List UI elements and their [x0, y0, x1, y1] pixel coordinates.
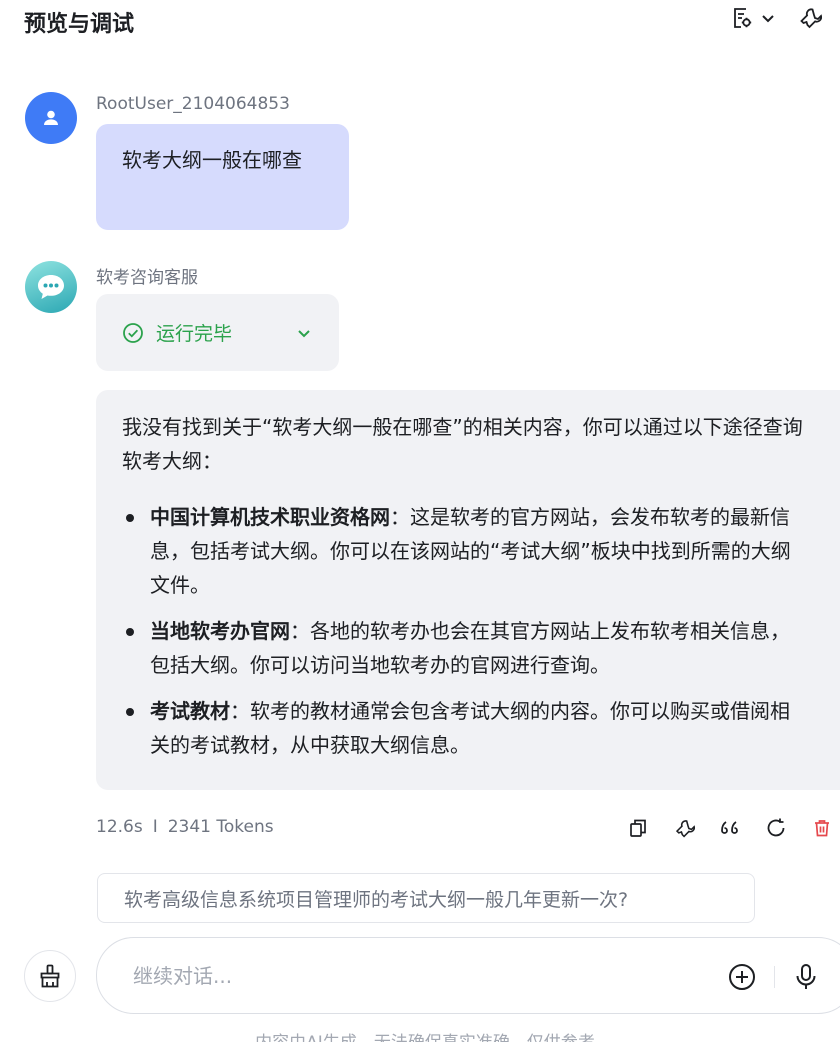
- person-icon: [44, 110, 58, 125]
- variables-dropdown-button[interactable]: [730, 6, 776, 30]
- list-item-title: 考试教材: [150, 699, 230, 723]
- list-item: 中国计算机技术职业资格网：这是软考的官方网站，会发布软考的最新信息，包括考试大纲…: [122, 500, 802, 602]
- list-item: 考试教材：软考的教材通常会包含考试大纲的内容。你可以购买或借阅相关的考试教材，从…: [122, 694, 802, 762]
- document-settings-icon: [734, 8, 752, 28]
- microphone-icon: [796, 963, 816, 989]
- chevron-down-icon: [762, 15, 774, 23]
- run-status-text: 运行完毕: [156, 323, 233, 345]
- quote-button[interactable]: [718, 815, 742, 841]
- bot-name: 软考咨询客服: [96, 268, 198, 288]
- bot-avatar: [25, 261, 77, 313]
- trash-icon: [815, 820, 829, 837]
- answer-list: 中国计算机技术职业资格网：这是软考的官方网站，会发布软考的最新信息，包括考试大纲…: [122, 500, 802, 762]
- page-title: 预览与调试: [24, 12, 135, 37]
- copy-button[interactable]: [626, 815, 650, 841]
- response-meta: 12.6s I 2341 Tokens: [96, 817, 274, 837]
- input-divider: [774, 965, 775, 988]
- refresh-icon: [767, 818, 785, 837]
- ai-disclaimer: 内容由AI生成，无法确保真实准确，仅供参考: [0, 1028, 840, 1042]
- chat-input[interactable]: [133, 963, 693, 988]
- wrench-icon: [675, 819, 695, 837]
- add-attachment-button[interactable]: [728, 963, 756, 991]
- chat-bubble-icon: [38, 275, 64, 299]
- list-item: 当地软考办官网：各地的软考办也会在其官方网站上发布软考相关信息，包括大纲。你可以…: [122, 614, 802, 682]
- token-count: 2341 Tokens: [167, 817, 274, 837]
- check-circle-icon: [123, 322, 143, 343]
- response-time: 12.6s: [96, 817, 143, 837]
- list-item-title: 中国计算机技术职业资格网: [150, 505, 390, 529]
- user-name: RootUser_2104064853: [96, 94, 290, 114]
- voice-input-button[interactable]: [793, 963, 819, 991]
- input-actions: [728, 938, 819, 1015]
- user-avatar: [25, 92, 77, 144]
- regenerate-button[interactable]: [764, 815, 788, 841]
- bot-answer-bubble: 我没有找到关于“软考大纲一般在哪查”的相关内容，你可以通过以下途径查询软考大纲：…: [96, 390, 840, 790]
- message-actions: [626, 815, 834, 841]
- chat-input-container: [96, 937, 840, 1014]
- toolbox-button[interactable]: [24, 950, 76, 1002]
- answer-intro: 我没有找到关于“软考大纲一般在哪查”的相关内容，你可以通过以下途径查询软考大纲：: [122, 415, 803, 473]
- plus-circle-icon: [729, 963, 755, 990]
- wrench-icon: [800, 8, 822, 29]
- debug-tool-button[interactable]: [798, 6, 822, 30]
- debug-message-button[interactable]: [672, 815, 696, 841]
- quote-icon: [721, 821, 738, 834]
- copy-icon: [630, 819, 646, 837]
- meta-separator: I: [152, 817, 158, 837]
- run-status-toggle[interactable]: 运行完毕: [96, 294, 339, 371]
- header-actions: [730, 6, 822, 30]
- list-item-text: ：软考的教材通常会包含考试大纲的内容。你可以购买或借阅相关的考试教材，从中获取大…: [150, 699, 790, 757]
- list-item-title: 当地软考办官网: [150, 619, 290, 643]
- chevron-down-icon: [298, 329, 310, 337]
- delete-button[interactable]: [810, 815, 834, 841]
- user-message-bubble: 软考大纲一般在哪查: [96, 124, 349, 230]
- broom-icon: [40, 964, 60, 988]
- suggested-question[interactable]: 软考高级信息系统项目管理师的考试大纲一般几年更新一次?: [97, 873, 755, 923]
